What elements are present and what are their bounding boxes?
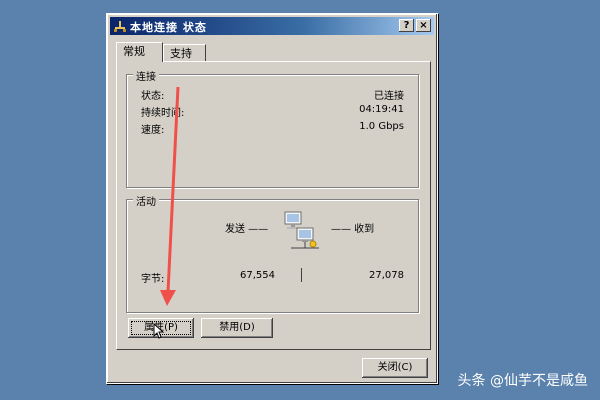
activity-group-title: 活动 (133, 193, 159, 208)
bytes-label: 字节: (141, 274, 165, 285)
received-label: —— 收到 (331, 224, 375, 235)
tab-support[interactable]: 支持 (163, 44, 206, 62)
sent-label: 发送 —— (225, 224, 269, 235)
speed-label: 速度: (141, 125, 165, 136)
watermark: 头条 @仙芋不是咸鱼 (457, 373, 588, 389)
activity-group: 活动 发送 —— —— 收到 字节: 67,554 27,078 (126, 193, 419, 313)
close-button[interactable]: 关闭(C) (362, 358, 428, 378)
connection-group-title: 连接 (133, 68, 159, 83)
status-value: 已连接 (374, 91, 404, 102)
duration-value: 04:19:41 (359, 104, 404, 115)
status-label: 状态: (141, 91, 165, 102)
speed-value: 1.0 Gbps (359, 121, 404, 132)
duration-label: 持续时间: (141, 108, 185, 119)
disable-button[interactable]: 禁用(D) (201, 318, 273, 338)
help-button[interactable]: ? (399, 19, 414, 32)
bytes-divider (301, 268, 302, 282)
tab-general[interactable]: 常规 (116, 42, 163, 62)
dialog-title: 本地连接 状态 (130, 21, 207, 34)
network-activity-icon (284, 211, 319, 249)
connection-group: 连接 状态: 已连接 持续时间: 04:19:41 速度: 1.0 Gbps (126, 68, 419, 188)
title-bar[interactable]: 本地连接 状态 ? × (110, 17, 434, 35)
bytes-sent-value: 67,554 (240, 270, 275, 281)
network-connection-icon (114, 21, 126, 32)
mouse-cursor-icon (153, 323, 165, 339)
close-window-button[interactable]: × (416, 19, 431, 32)
bytes-received-value: 27,078 (369, 270, 404, 281)
